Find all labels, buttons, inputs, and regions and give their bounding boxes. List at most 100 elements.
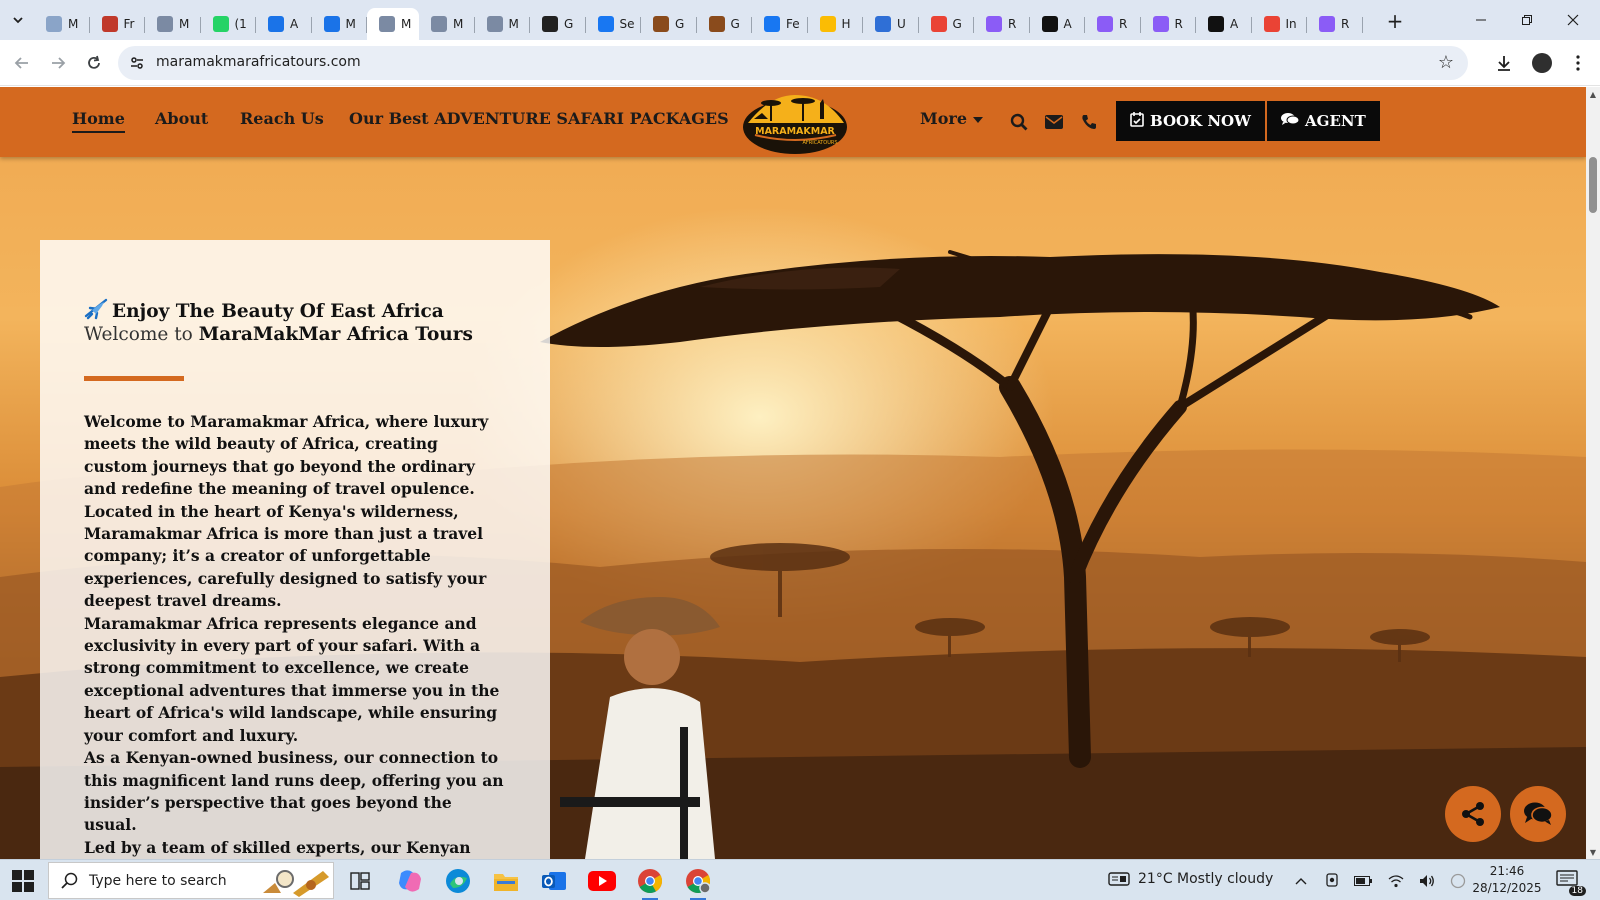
browser-tab[interactable]: H <box>808 8 864 40</box>
browser-tab[interactable]: G <box>919 8 975 40</box>
restore-icon[interactable] <box>1512 6 1542 34</box>
battery-icon[interactable] <box>1354 872 1372 890</box>
mail-icon <box>431 16 447 32</box>
browser-tab[interactable]: R <box>1307 8 1363 40</box>
chrome-icon[interactable] <box>634 865 666 900</box>
menu-kebab-icon[interactable] <box>1566 51 1590 75</box>
nav-reach-us-link[interactable]: Reach Us <box>240 109 324 128</box>
site-info-icon[interactable] <box>128 54 146 72</box>
reload-icon[interactable] <box>82 51 106 75</box>
tab-title: Fe <box>786 17 800 31</box>
file-explorer-icon[interactable] <box>490 865 522 897</box>
wifi-icon[interactable] <box>1387 872 1405 890</box>
browser-tab[interactable]: U <box>863 8 919 40</box>
chat-button[interactable] <box>1510 786 1566 842</box>
new-tab-button[interactable]: + <box>1382 8 1408 34</box>
search-highlight-icon <box>263 869 329 897</box>
agent-button[interactable]: AGENT <box>1267 101 1380 141</box>
nav-packages-link[interactable]: Our Best ADVENTURE SAFARI PACKAGES <box>349 109 729 128</box>
nav-about-link[interactable]: About <box>155 109 208 128</box>
tab-title: M <box>179 17 190 31</box>
scroll-up-arrow-icon[interactable]: ▲ <box>1586 87 1600 101</box>
volume-icon[interactable] <box>1418 872 1436 890</box>
taskbar-search-placeholder: Type here to search <box>89 872 227 889</box>
browser-tab[interactable]: Se <box>586 8 642 40</box>
browser-tab[interactable]: In <box>1252 8 1308 40</box>
browser-tab[interactable]: G <box>641 8 697 40</box>
edge-browser-icon[interactable] <box>442 865 474 897</box>
doc-icon <box>268 16 284 32</box>
notification-center-icon[interactable]: 18 <box>1556 870 1586 896</box>
notification-count-badge: 18 <box>1568 886 1586 896</box>
cloud-icon <box>46 16 62 32</box>
forward-arrow-icon[interactable] <box>46 51 70 75</box>
download-icon[interactable] <box>1492 51 1516 75</box>
scroll-thumb[interactable] <box>1589 157 1597 213</box>
windows-start-icon[interactable] <box>12 870 34 892</box>
hero-eyebrow: Enjoy The Beauty Of East Africa <box>84 298 444 325</box>
browser-tab[interactable]: R <box>1141 8 1197 40</box>
browser-tab[interactable]: M✕ <box>367 8 419 40</box>
language-icon[interactable] <box>1449 872 1467 890</box>
site-logo[interactable]: MARAMAKMAR AFRICATOURS <box>740 89 850 155</box>
browser-tab[interactable]: M <box>145 8 201 40</box>
page-scrollbar[interactable]: ▲ ▼ <box>1586 87 1600 859</box>
tab-title: In <box>1285 17 1297 31</box>
mail-icon <box>486 16 503 32</box>
chrome-profile-icon[interactable] <box>682 865 714 900</box>
search-icon[interactable] <box>1008 111 1030 133</box>
task-view-icon[interactable] <box>344 865 376 897</box>
clock-date: 28/12/2025 <box>1472 881 1542 895</box>
tab-title: M <box>453 17 464 31</box>
safari-icon <box>653 16 669 32</box>
profile-avatar[interactable] <box>1530 51 1554 75</box>
outlook-icon[interactable] <box>538 865 570 897</box>
weather-widget[interactable]: 21°C Mostly cloudy <box>1108 871 1273 887</box>
book-now-button[interactable]: BOOK NOW <box>1116 101 1265 141</box>
nav-more-dropdown[interactable]: More <box>920 109 983 128</box>
browser-tab[interactable]: Fe <box>752 8 808 40</box>
taskbar-search-box[interactable]: Type here to search <box>48 862 334 899</box>
comments-icon <box>1281 112 1300 130</box>
youtube-icon[interactable] <box>586 865 618 897</box>
taskbar-clock[interactable]: 21:46 28/12/2025 <box>1470 863 1544 897</box>
browser-tab[interactable]: R <box>974 8 1030 40</box>
tab-title: M <box>68 17 79 31</box>
browser-tab[interactable]: A <box>1196 8 1252 40</box>
browser-tab[interactable]: R <box>1085 8 1141 40</box>
browser-tab[interactable]: (1 <box>201 8 257 40</box>
nav-home-link[interactable]: Home <box>72 109 125 133</box>
close-window-icon[interactable] <box>1558 6 1588 34</box>
browser-tab[interactable]: G <box>530 8 586 40</box>
browser-tab[interactable]: M <box>419 8 475 40</box>
show-hidden-icons-chevron-icon[interactable] <box>1292 872 1310 890</box>
tab-title: G <box>730 17 740 31</box>
browser-tab[interactable]: Fr <box>90 8 146 40</box>
hero-paragraph: Welcome to Maramakmar Africa, where luxu… <box>84 412 489 499</box>
share-button[interactable] <box>1445 786 1501 842</box>
url-text[interactable]: maramakmarafricatours.com <box>156 54 361 70</box>
chart-icon <box>875 16 891 32</box>
minimize-icon[interactable] <box>1466 6 1496 34</box>
bookmark-star-icon[interactable]: ☆ <box>1438 52 1454 73</box>
browser-tab[interactable]: A <box>1030 8 1086 40</box>
phone-icon[interactable] <box>1078 111 1100 133</box>
envelope-icon[interactable] <box>1043 111 1065 133</box>
meet-now-icon[interactable] <box>1323 872 1341 890</box>
back-arrow-icon[interactable] <box>10 51 34 75</box>
tab-title: U <box>897 17 906 31</box>
browser-tab[interactable]: M <box>475 8 531 40</box>
mail-icon <box>379 16 395 32</box>
browser-tab[interactable]: M <box>34 8 90 40</box>
tab-strip: MFrM(1AMM✕MMGSeGGFeHUGRARRAInR + <box>0 0 1600 40</box>
tab-search-chevron-icon[interactable] <box>6 8 30 32</box>
tab-title: H <box>841 17 851 31</box>
browser-tab[interactable]: A <box>256 8 312 40</box>
copilot-icon[interactable] <box>394 865 426 897</box>
scroll-down-arrow-icon[interactable]: ▼ <box>1586 845 1600 859</box>
browser-tab[interactable]: M <box>312 8 368 40</box>
browser-toolbar: maramakmarafricatours.com ☆ <box>0 40 1600 86</box>
browser-tab[interactable]: G <box>697 8 753 40</box>
gmail-icon <box>1263 16 1280 32</box>
address-bar[interactable]: maramakmarafricatours.com ☆ <box>118 46 1468 80</box>
